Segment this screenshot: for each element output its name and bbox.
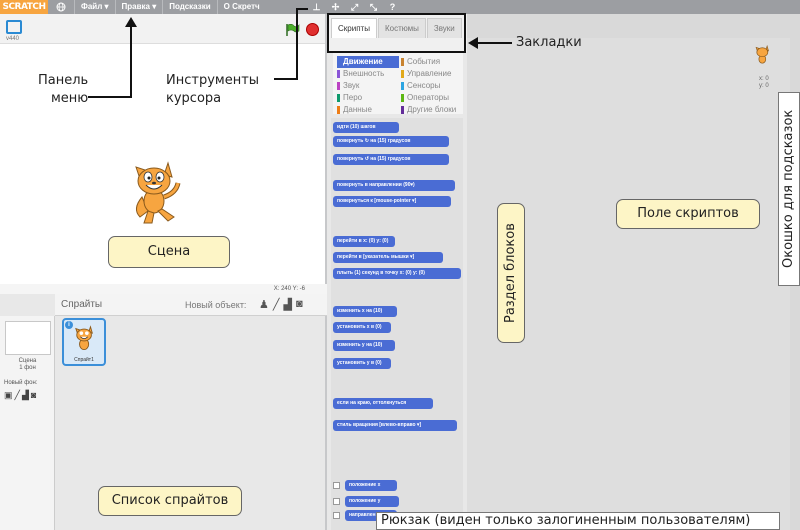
delete-scissors-icon[interactable]: ✢ xyxy=(331,2,340,12)
stage-backdrop-count: 1 фон xyxy=(19,365,36,371)
category-2[interactable]: Внешность xyxy=(337,68,399,80)
menu-bar: SCRATCH Файл ▾ Правка ▾ Подсказки О Скре… xyxy=(0,0,800,14)
category-3[interactable]: Управление xyxy=(401,68,463,80)
block-4[interactable]: повернуться к [mouse-pointer ▾] xyxy=(333,196,451,207)
language-globe-icon[interactable] xyxy=(54,0,68,14)
category-7[interactable]: Операторы xyxy=(401,92,463,104)
mini-x: x: 0 xyxy=(759,76,769,82)
cursor-tools-line2: курсора xyxy=(166,91,222,106)
category-5[interactable]: Сенсоры xyxy=(401,80,463,92)
block-9[interactable]: установить x в (0) xyxy=(333,322,391,333)
blocks-section-text: Раздел блоков xyxy=(503,223,518,323)
menu-panel-line2: меню xyxy=(50,91,89,106)
fullscreen-icon[interactable] xyxy=(6,20,22,34)
block-1[interactable]: повернуть ↻ на (15) градусов xyxy=(333,136,449,147)
scratch-logo[interactable]: SCRATCH xyxy=(0,0,48,14)
block-6[interactable]: перейти в [указатель мышки ▾] xyxy=(333,252,443,263)
new-backdrop-label: Новый фон: xyxy=(4,380,38,386)
new-object-label: Новый объект: xyxy=(185,300,247,310)
category-9[interactable]: Другие блоки xyxy=(401,104,463,116)
backdrop-upload-icon[interactable]: ▟ xyxy=(22,390,29,401)
block-12[interactable]: если на краю, оттолкнуться xyxy=(333,398,433,409)
backdrop-camera-icon[interactable]: ◙ xyxy=(31,390,36,401)
category-0[interactable]: Движение xyxy=(337,56,399,68)
block-11[interactable]: установить y в (0) xyxy=(333,358,391,369)
reporter-checkbox[interactable] xyxy=(333,482,340,489)
block-13[interactable]: стиль вращения [влево-вправо ▾] xyxy=(333,420,457,431)
sprite-mini-cat-icon xyxy=(755,44,769,64)
block-15[interactable]: положение y xyxy=(345,496,399,507)
backdrop-paint-icon[interactable]: ╱ xyxy=(15,390,20,401)
blocks-palette: Движение События Внешность Управление Звук Се… xyxy=(327,52,467,530)
cursor-tools: ⊥ ✢ ⤢ ⤡ ? xyxy=(312,0,397,14)
new-object-icons: ♟ ╱ ▟ ◙ xyxy=(259,298,303,311)
cursor-tools-line1: Инструменты xyxy=(166,73,260,88)
stage-coordinates: X: 240 Y: -6 xyxy=(0,284,327,294)
tabs-arrowhead-icon xyxy=(468,37,478,49)
cursor-arrow-vertical xyxy=(296,10,298,80)
menu-arrow-vertical xyxy=(130,24,132,98)
tabs-arrow xyxy=(476,42,512,44)
cursor-arrow-horizontal xyxy=(274,78,298,80)
stage-thumbnail[interactable] xyxy=(5,321,51,355)
block-10[interactable]: изменить y на (10) xyxy=(333,340,395,351)
stage-header: v440 xyxy=(0,14,325,44)
shrink-icon[interactable]: ⤡ xyxy=(369,2,378,12)
help-icon[interactable]: ? xyxy=(388,2,397,12)
sprite-tile[interactable]: i Спрайт1 xyxy=(62,318,106,366)
stage-thumbnail-column: Сцена 1 фон Новый фон: ▣ ╱ ▟ ◙ xyxy=(0,316,55,530)
menu-highlight-box xyxy=(327,13,466,53)
sprites-header: Спрайты Новый объект: ♟ ╱ ▟ ◙ xyxy=(55,294,327,316)
scripts-field-annotation: Поле скриптов xyxy=(616,199,760,229)
library-sprite-icon[interactable]: ♟ xyxy=(259,298,269,311)
reporter-checkbox[interactable] xyxy=(333,512,340,519)
backpack-annotation: Рюкзак (виден только залогиненным пользо… xyxy=(376,512,780,530)
menu-edit[interactable]: Правка ▾ xyxy=(114,0,163,14)
block-14[interactable]: положение x xyxy=(345,480,397,491)
sprite-list-annotation: Список спрайтов xyxy=(98,486,242,516)
version-label: v440 xyxy=(6,36,20,42)
tabs-annotation: Закладки xyxy=(516,35,582,50)
menu-about[interactable]: О Скретч xyxy=(216,0,266,14)
menu-panel-annotation: Панель меню xyxy=(38,72,88,108)
category-grid: Движение События Внешность Управление Звук Се… xyxy=(333,52,463,114)
category-8[interactable]: Данные xyxy=(337,104,399,116)
new-backdrop-icons: ▣ ╱ ▟ ◙ xyxy=(4,390,36,401)
block-5[interactable]: перейти в x: (0) y: (0) xyxy=(333,236,395,247)
cat-sprite-icon[interactable] xyxy=(128,157,184,227)
block-7[interactable]: плыть (1) секунд в точку x: (0) y: (0) xyxy=(333,268,461,279)
menu-panel-line1: Панель xyxy=(38,73,89,88)
block-8[interactable]: изменить x на (10) xyxy=(333,306,397,317)
camera-icon[interactable]: ◙ xyxy=(296,298,303,311)
block-3[interactable]: повернуть в направлении (90▾) xyxy=(333,180,455,191)
sprites-title: Спрайты xyxy=(61,299,103,310)
paint-brush-icon[interactable]: ╱ xyxy=(273,298,280,311)
cursor-tools-annotation: Инструменты курсора xyxy=(166,72,259,108)
upload-icon[interactable]: ▟ xyxy=(284,298,292,311)
blocks-list: идти (10) шагов повернуть ↻ на (15) граду… xyxy=(331,118,463,530)
mini-y: y: 0 xyxy=(759,83,769,89)
cursor-arrow-top xyxy=(296,8,308,10)
reporter-checkbox[interactable] xyxy=(333,498,340,505)
menu-tips[interactable]: Подсказки xyxy=(162,0,216,14)
category-1[interactable]: События xyxy=(401,56,463,68)
blocks-section-annotation: Раздел блоков xyxy=(497,203,525,343)
category-4[interactable]: Звук xyxy=(337,80,399,92)
block-0[interactable]: идти (10) шагов xyxy=(333,122,399,133)
sprite-thumb-cat-icon xyxy=(75,325,93,351)
sprite-name: Спрайт1 xyxy=(74,357,94,363)
duplicate-stamp-icon[interactable]: ⊥ xyxy=(312,2,321,12)
category-6[interactable]: Перо xyxy=(337,92,399,104)
tips-window-annotation: Окошко для подсказок xyxy=(778,92,800,286)
block-2[interactable]: повернуть ↺ на (15) градусов xyxy=(333,154,449,165)
stage-annotation: Сцена xyxy=(108,236,230,268)
stage-thumb-label: Сцена xyxy=(18,358,37,364)
grow-icon[interactable]: ⤢ xyxy=(350,2,359,12)
stop-icon[interactable] xyxy=(306,23,319,36)
menu-file[interactable]: Файл ▾ xyxy=(74,0,115,14)
backdrop-library-icon[interactable]: ▣ xyxy=(4,390,13,401)
menu-arrow-horizontal xyxy=(88,96,132,98)
menu-arrowhead-icon xyxy=(125,17,137,27)
